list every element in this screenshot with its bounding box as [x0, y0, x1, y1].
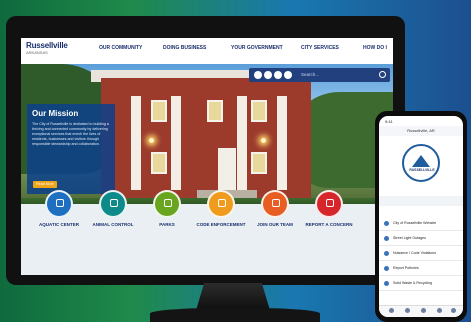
window	[151, 100, 167, 122]
logo-subtitle: ARKANSAS	[26, 50, 48, 55]
alert-icon	[315, 190, 343, 218]
tree-icon	[153, 190, 181, 218]
app-menu-item[interactable]: Street Light Outages	[379, 231, 463, 246]
mission-panel: Our Mission The City of Russellville is …	[27, 104, 115, 194]
quick-link-label: ANIMAL CONTROL	[92, 222, 134, 227]
nav-our-community[interactable]: OUR COMMUNITY	[99, 45, 142, 51]
window	[251, 100, 267, 122]
wave-icon	[45, 190, 73, 218]
app-menu-item[interactable]: Solid Waste & Recycling	[379, 276, 463, 291]
nav-your-government[interactable]: YOUR GOVERNMENT	[231, 45, 283, 51]
city-badge: RUSSELLVILLE	[402, 144, 440, 182]
menu-item-label: City of Russellville Website	[393, 221, 437, 225]
paw-icon	[99, 190, 127, 218]
mission-title: Our Mission	[32, 109, 79, 118]
column	[171, 96, 181, 190]
app-search[interactable]	[379, 196, 463, 206]
mountain-icon	[412, 155, 430, 167]
menu-item-icon	[384, 221, 389, 226]
window	[207, 100, 223, 122]
search-icon[interactable]	[379, 71, 386, 78]
instagram-icon[interactable]	[274, 71, 282, 79]
lamp	[149, 138, 154, 143]
quick-link-label: PARKS	[159, 222, 175, 227]
read-more-button[interactable]: Read More	[33, 181, 57, 188]
phone: 9:41 Russellville, AR RUSSELLVILLE City …	[375, 111, 467, 322]
tab-bar	[379, 305, 463, 317]
team-icon	[261, 190, 289, 218]
app-menu-item[interactable]: Nuisance / Code Violations	[379, 246, 463, 261]
tab-more[interactable]	[451, 308, 456, 313]
status-bar: 9:41	[385, 119, 393, 124]
monitor-base	[150, 308, 320, 322]
app-menu-list: City of Russellville Website Street Light…	[379, 216, 463, 291]
icon-glyph	[218, 199, 226, 207]
icon-glyph	[164, 199, 172, 207]
front-door	[218, 148, 236, 190]
column	[277, 96, 287, 190]
badge-icon	[207, 190, 235, 218]
column	[131, 96, 141, 190]
quick-link-label: JOIN OUR TEAM	[257, 222, 293, 227]
tab-services[interactable]	[405, 308, 410, 313]
main-nav: OUR COMMUNITY DOING BUSINESS YOUR GOVERN…	[93, 38, 393, 64]
mission-text: The City of Russellville is dedicated to…	[32, 122, 109, 146]
quick-link-label: REPORT A CONCERN	[305, 222, 353, 227]
menu-item-label: Solid Waste & Recycling	[393, 281, 433, 285]
top-bar: Russellville ARKANSAS OUR COMMUNITY DOIN…	[21, 38, 393, 64]
historic-building	[101, 78, 311, 200]
quick-link-label: CODE ENFORCEMENT	[196, 222, 246, 227]
monitor: Russellville ARKANSAS OUR COMMUNITY DOIN…	[6, 16, 405, 285]
badge-text: RUSSELLVILLE	[409, 168, 435, 172]
tab-home[interactable]	[389, 308, 394, 313]
app-menu-item[interactable]: City of Russellville Website	[379, 216, 463, 231]
social-search-bar: Search...	[249, 68, 390, 82]
window	[251, 152, 267, 174]
app-menu-item[interactable]: Report Potholes	[379, 261, 463, 276]
menu-item-icon	[384, 281, 389, 286]
menu-item-icon	[384, 251, 389, 256]
lamp	[261, 138, 266, 143]
hero-banner: Search... Our Mission The City of Russel…	[21, 64, 393, 204]
nav-doing-business[interactable]: DOING BUSINESS	[163, 45, 206, 51]
column	[237, 96, 247, 190]
app-header: Russellville, AR	[379, 126, 463, 136]
app-logo: RUSSELLVILLE	[391, 142, 451, 192]
menu-item-icon	[384, 266, 389, 271]
twitter-icon[interactable]	[264, 71, 272, 79]
icon-glyph	[326, 199, 334, 207]
tab-report[interactable]	[421, 308, 426, 313]
quick-links: AQUATIC CENTER ANIMAL CONTROL PARKS CODE EN…	[21, 190, 393, 275]
quick-link-label: AQUATIC CENTER	[39, 222, 79, 227]
facebook-icon[interactable]	[254, 71, 262, 79]
icon-glyph	[272, 199, 280, 207]
youtube-icon[interactable]	[284, 71, 292, 79]
nav-how-do-i[interactable]: HOW DO I	[363, 45, 387, 51]
menu-item-label: Report Potholes	[393, 266, 419, 270]
phone-screen: 9:41 Russellville, AR RUSSELLVILLE City …	[379, 116, 463, 317]
tab-news[interactable]	[437, 308, 442, 313]
website-screen: Russellville ARKANSAS OUR COMMUNITY DOIN…	[21, 38, 393, 275]
site-logo[interactable]: Russellville ARKANSAS	[26, 41, 88, 61]
menu-item-label: Nuisance / Code Violations	[393, 251, 437, 255]
icon-glyph	[56, 199, 64, 207]
search-input[interactable]: Search...	[301, 72, 319, 77]
nav-city-services[interactable]: CITY SERVICES	[301, 45, 339, 51]
logo-title: Russellville	[26, 41, 68, 50]
window	[151, 152, 167, 174]
icon-glyph	[110, 199, 118, 207]
menu-item-label: Street Light Outages	[393, 236, 426, 240]
menu-item-icon	[384, 236, 389, 241]
